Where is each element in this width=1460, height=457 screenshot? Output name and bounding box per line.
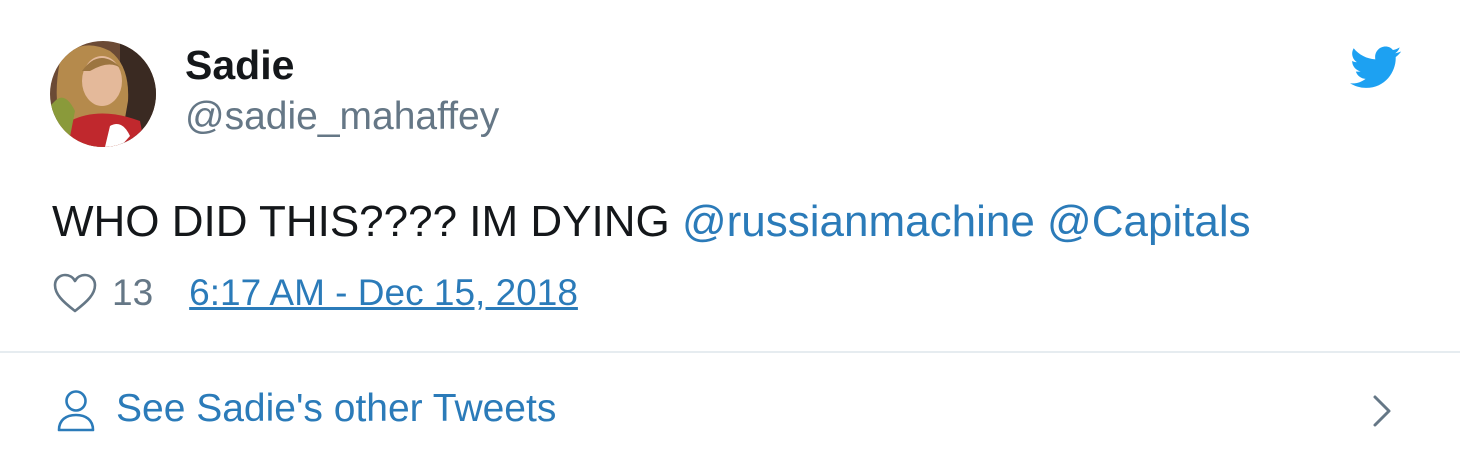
- avatar-photo: [50, 41, 156, 147]
- tweet-card: Sadie @sadie_mahaffey WHO DID THIS???? I…: [0, 0, 1460, 457]
- mention-link-capitals[interactable]: @Capitals: [1047, 197, 1251, 246]
- user-handle[interactable]: @sadie_mahaffey: [185, 91, 499, 143]
- twitter-bird-icon[interactable]: [1350, 45, 1402, 91]
- chevron-right-icon[interactable]: [1368, 393, 1396, 429]
- see-other-tweets-link[interactable]: See Sadie's other Tweets: [0, 353, 1460, 457]
- see-other-tweets-label[interactable]: See Sadie's other Tweets: [116, 383, 556, 435]
- tweet-text: WHO DID THIS???? IM DYING @russianmachin…: [52, 192, 1251, 252]
- user-block: Sadie @sadie_mahaffey: [185, 42, 499, 143]
- heart-outline-icon[interactable]: [52, 272, 98, 314]
- tweet-header: Sadie @sadie_mahaffey: [50, 40, 499, 148]
- like-count: 13: [112, 272, 154, 313]
- avatar[interactable]: [50, 41, 156, 147]
- tweet-meta: 13 6:17 AM - Dec 15, 2018: [52, 268, 578, 318]
- tweet-timestamp-link[interactable]: 6:17 AM - Dec 15, 2018: [189, 272, 578, 314]
- mention-link-russianmachine[interactable]: @russianmachine: [682, 197, 1035, 246]
- mention-separator: [1035, 197, 1047, 246]
- tweet-body-text: WHO DID THIS???? IM DYING: [52, 197, 682, 246]
- display-name[interactable]: Sadie: [185, 39, 499, 91]
- person-icon: [56, 389, 96, 433]
